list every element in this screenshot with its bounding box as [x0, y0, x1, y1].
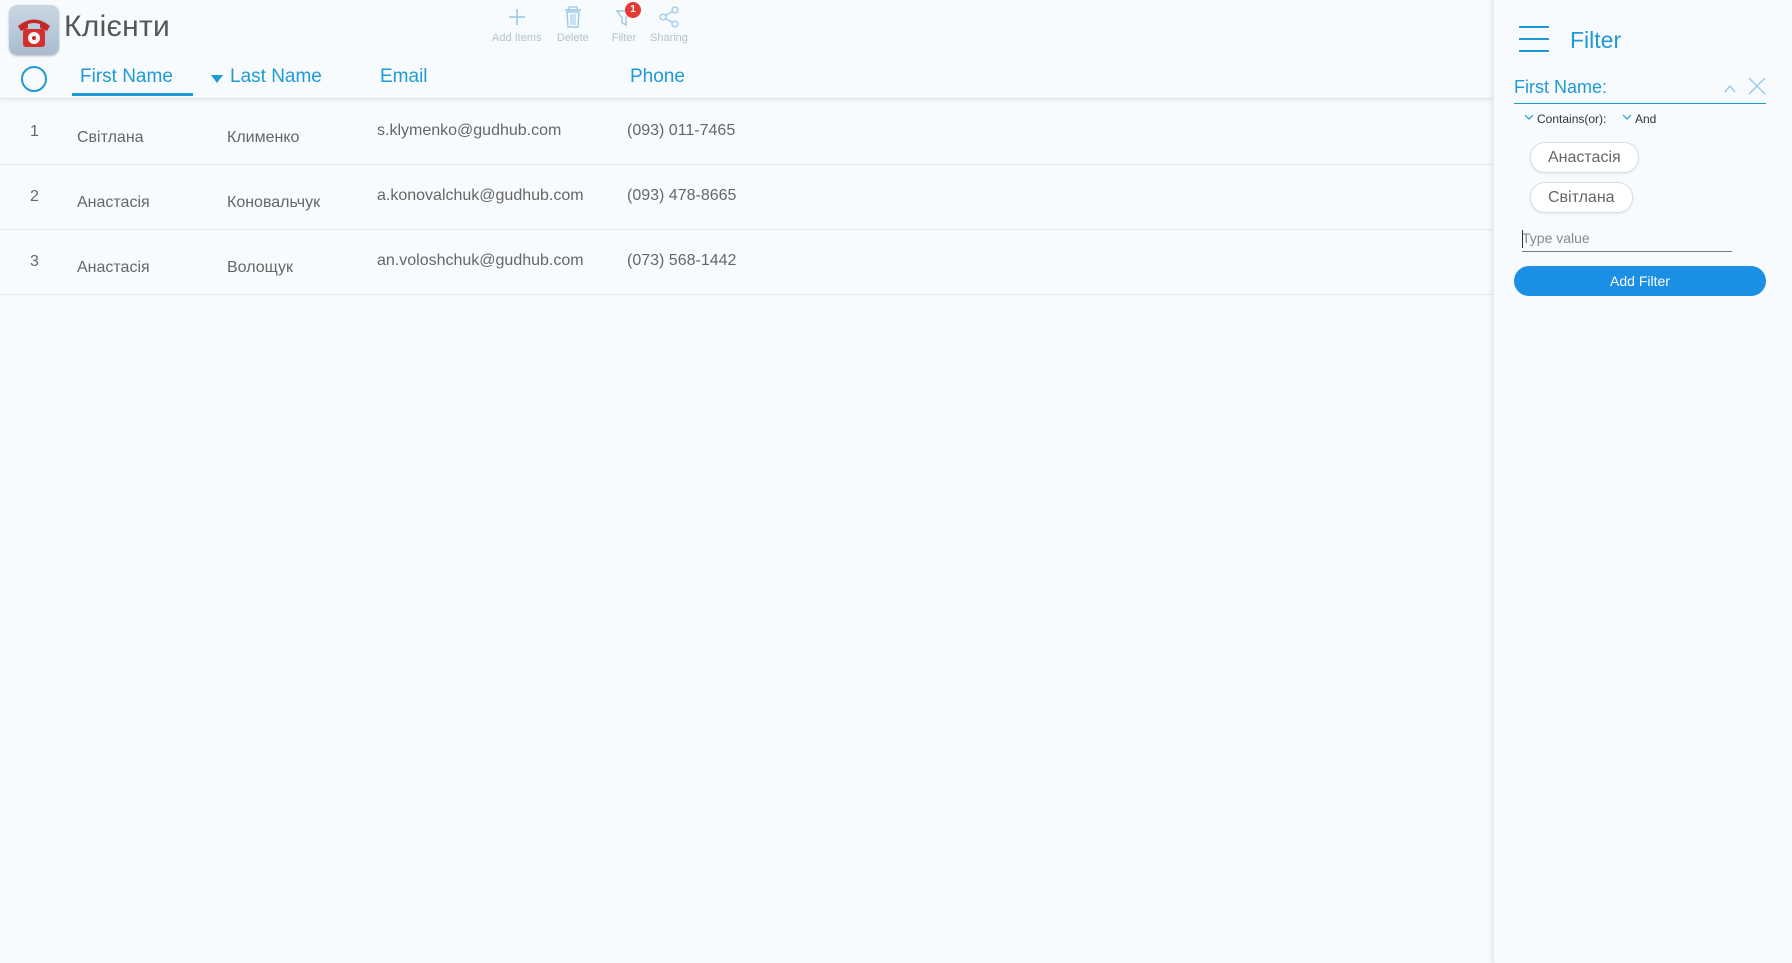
cell-phone: (093) 011-7465 — [627, 122, 736, 139]
trash-icon — [564, 6, 581, 28]
chevron-up-icon[interactable] — [1724, 83, 1736, 95]
column-header-first-name[interactable]: First Name — [72, 66, 193, 96]
table-row[interactable]: 3 Анастасія Волощук an.voloshchuk@gudhub… — [0, 230, 1492, 295]
menu-icon[interactable] — [1519, 26, 1549, 54]
column-header-email[interactable]: Email — [380, 66, 428, 88]
cell-first-name: Анастасія — [77, 194, 150, 211]
filter-value-chip[interactable]: Світлана — [1530, 182, 1633, 213]
table-row[interactable]: 1 Світлана Клименко s.klymenko@gudhub.co… — [0, 100, 1492, 165]
column-header-last-name[interactable]: Last Name — [230, 66, 322, 88]
filter-button[interactable]: 1 Filter — [611, 2, 641, 48]
filter-count-badge: 1 — [625, 2, 641, 18]
sharing-label: Sharing — [650, 32, 688, 44]
add-filter-button[interactable]: Add Filter — [1514, 266, 1766, 296]
cell-last-name: Клименко — [227, 129, 300, 146]
row-number: 1 — [30, 123, 39, 140]
filter-value-chip[interactable]: Анастасія — [1530, 142, 1639, 173]
logic-label: And — [1635, 112, 1657, 126]
cell-last-name: Волощук — [227, 259, 293, 276]
delete-button[interactable]: Delete — [557, 2, 589, 48]
sharing-button[interactable]: Sharing — [650, 2, 688, 48]
cell-first-name: Світлана — [77, 129, 144, 146]
table-body: 1 Світлана Клименко s.klymenko@gudhub.co… — [0, 100, 1492, 295]
filter-value-input[interactable] — [1522, 225, 1732, 252]
page-title: Клієнти — [64, 10, 171, 43]
chevron-down-icon — [1524, 114, 1534, 120]
text-caret — [1522, 230, 1523, 248]
chevron-down-icon — [1622, 114, 1632, 120]
cell-phone: (093) 478-8665 — [627, 187, 737, 204]
app-icon — [9, 5, 59, 55]
sort-desc-icon[interactable] — [211, 75, 223, 83]
filter-panel: Filter First Name: Contains(or): And Ана… — [1492, 0, 1792, 963]
table-header: First Name Last Name Email Phone — [0, 58, 1492, 99]
filter-field-header: First Name: — [1514, 73, 1766, 104]
close-icon[interactable] — [1746, 75, 1768, 97]
condition-dropdown[interactable]: Contains(or): — [1524, 112, 1606, 126]
add-items-label: Add Items — [492, 32, 542, 44]
cell-email: an.voloshchuk@gudhub.com — [377, 252, 584, 269]
share-icon — [659, 6, 679, 28]
cell-phone: (073) 568-1442 — [627, 252, 737, 269]
logic-dropdown[interactable]: And — [1622, 112, 1656, 126]
filter-panel-title: Filter — [1570, 27, 1622, 53]
select-all-checkbox[interactable] — [21, 66, 47, 92]
column-header-phone[interactable]: Phone — [630, 66, 685, 88]
cell-first-name: Анастасія — [77, 259, 150, 276]
filter-label: Filter — [611, 32, 637, 44]
cell-last-name: Коновальчук — [227, 194, 321, 211]
add-items-button[interactable]: Add Items — [492, 2, 542, 48]
row-number: 2 — [30, 188, 39, 205]
plus-icon — [508, 9, 525, 25]
delete-label: Delete — [557, 32, 589, 44]
condition-label: Contains(or): — [1537, 112, 1607, 126]
table-row[interactable]: 2 Анастасія Коновальчук a.konovalchuk@gu… — [0, 165, 1492, 230]
row-number: 3 — [30, 253, 39, 270]
cell-email: a.konovalchuk@gudhub.com — [377, 187, 584, 204]
cell-email: s.klymenko@gudhub.com — [377, 122, 562, 139]
filter-field-label: First Name: — [1514, 77, 1608, 97]
